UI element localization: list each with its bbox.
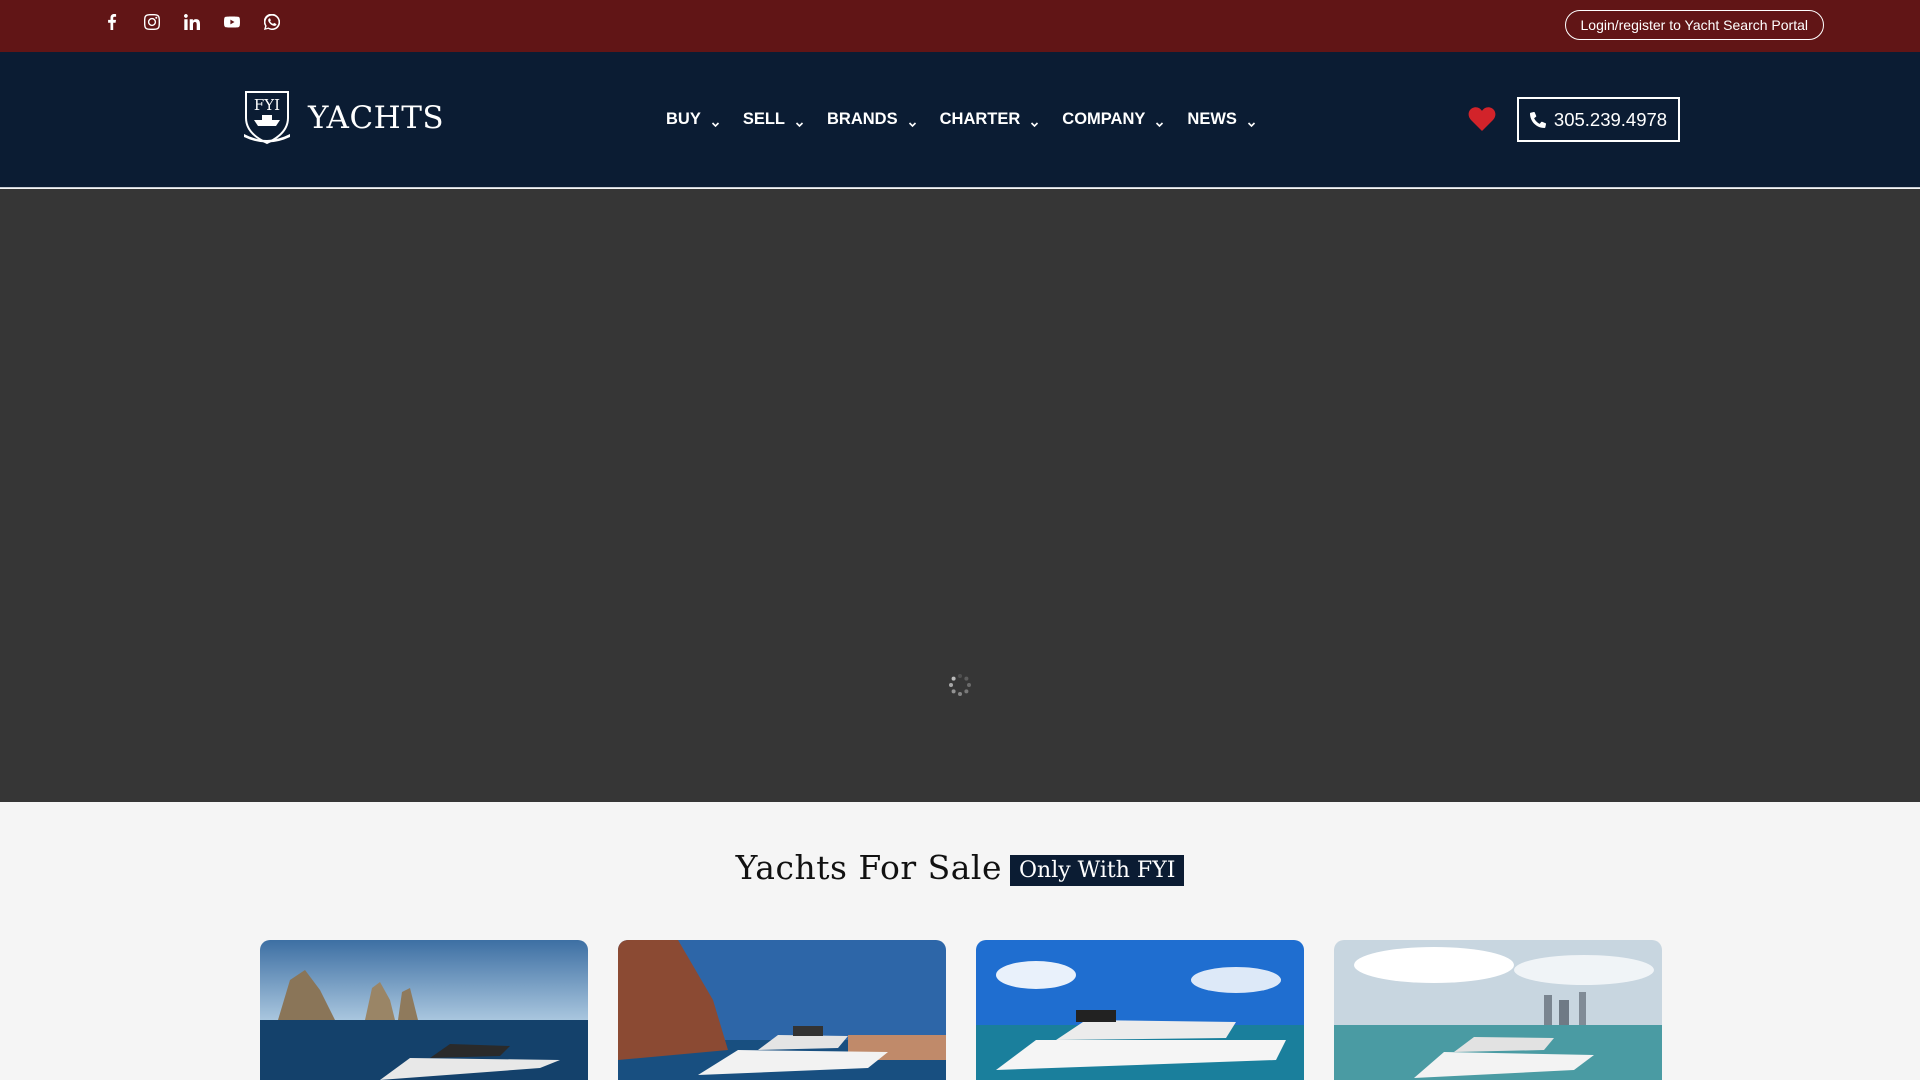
logo-text: YACHTS	[308, 100, 445, 136]
logo-crest-icon: FYI	[244, 91, 290, 145]
nav-item-sell[interactable]: SELL	[743, 110, 804, 129]
yacht-card[interactable]	[1334, 940, 1662, 1080]
chevron-down-icon	[1247, 115, 1256, 128]
chevron-down-icon	[908, 115, 917, 128]
linkedin-icon[interactable]	[180, 10, 204, 34]
chevron-down-icon	[711, 115, 720, 128]
phone-number: 305.239.4978	[1553, 108, 1668, 130]
nav-label: SELL	[742, 110, 786, 128]
nav-label: BUY	[666, 110, 701, 128]
nav-item-buy[interactable]: BUY	[666, 110, 720, 129]
main-nav: BUY SELL BRANDS CHARTER COMPANY NEWS	[666, 110, 1256, 129]
nav-item-charter[interactable]: CHARTER	[940, 110, 1040, 129]
main-header: FYI YACHTS BUY SELL BRANDS CHARTER COMPA…	[0, 52, 1920, 188]
hero-slider	[0, 189, 1920, 802]
yacht-card-list	[260, 940, 1662, 1080]
nav-item-brands[interactable]: BRANDS	[827, 110, 917, 129]
site-logo[interactable]: FYI YACHTS	[240, 88, 444, 148]
section-title: Yachts For Sale	[735, 848, 1002, 887]
yacht-image	[618, 940, 946, 1080]
yacht-card[interactable]	[976, 940, 1304, 1080]
heart-icon[interactable]	[1468, 106, 1496, 132]
phone-button[interactable]: 305.239.4978	[1517, 97, 1680, 142]
yacht-image	[976, 940, 1304, 1080]
facebook-icon[interactable]	[100, 10, 124, 34]
nav-label: BRANDS	[827, 110, 898, 128]
nav-label: CHARTER	[939, 110, 1021, 128]
yacht-image	[260, 940, 588, 1080]
phone-icon	[1529, 111, 1546, 128]
youtube-icon[interactable]	[220, 10, 244, 34]
nav-label: COMPANY	[1062, 110, 1146, 128]
chevron-down-icon	[1155, 115, 1164, 128]
instagram-icon[interactable]	[140, 10, 164, 34]
top-bar: Login/register to Yacht Search Portal	[0, 0, 1920, 52]
yacht-image	[1334, 940, 1662, 1080]
login-register-button[interactable]: Login/register to Yacht Search Portal	[1564, 10, 1824, 40]
nav-item-company[interactable]: COMPANY	[1062, 110, 1164, 129]
chevron-down-icon	[795, 115, 804, 128]
whatsapp-icon[interactable]	[260, 10, 284, 34]
logo-mark: FYI	[254, 96, 280, 114]
social-links	[100, 10, 284, 34]
loading-spinner-icon	[949, 674, 971, 696]
yacht-card[interactable]	[260, 940, 588, 1080]
section-heading: Yachts For Sale Only With FYI	[0, 848, 1920, 887]
chevron-down-icon	[1030, 115, 1039, 128]
yacht-card[interactable]	[618, 940, 946, 1080]
nav-label: NEWS	[1187, 110, 1237, 128]
section-badge: Only With FYI	[1010, 855, 1185, 886]
nav-item-news[interactable]: NEWS	[1187, 110, 1256, 129]
